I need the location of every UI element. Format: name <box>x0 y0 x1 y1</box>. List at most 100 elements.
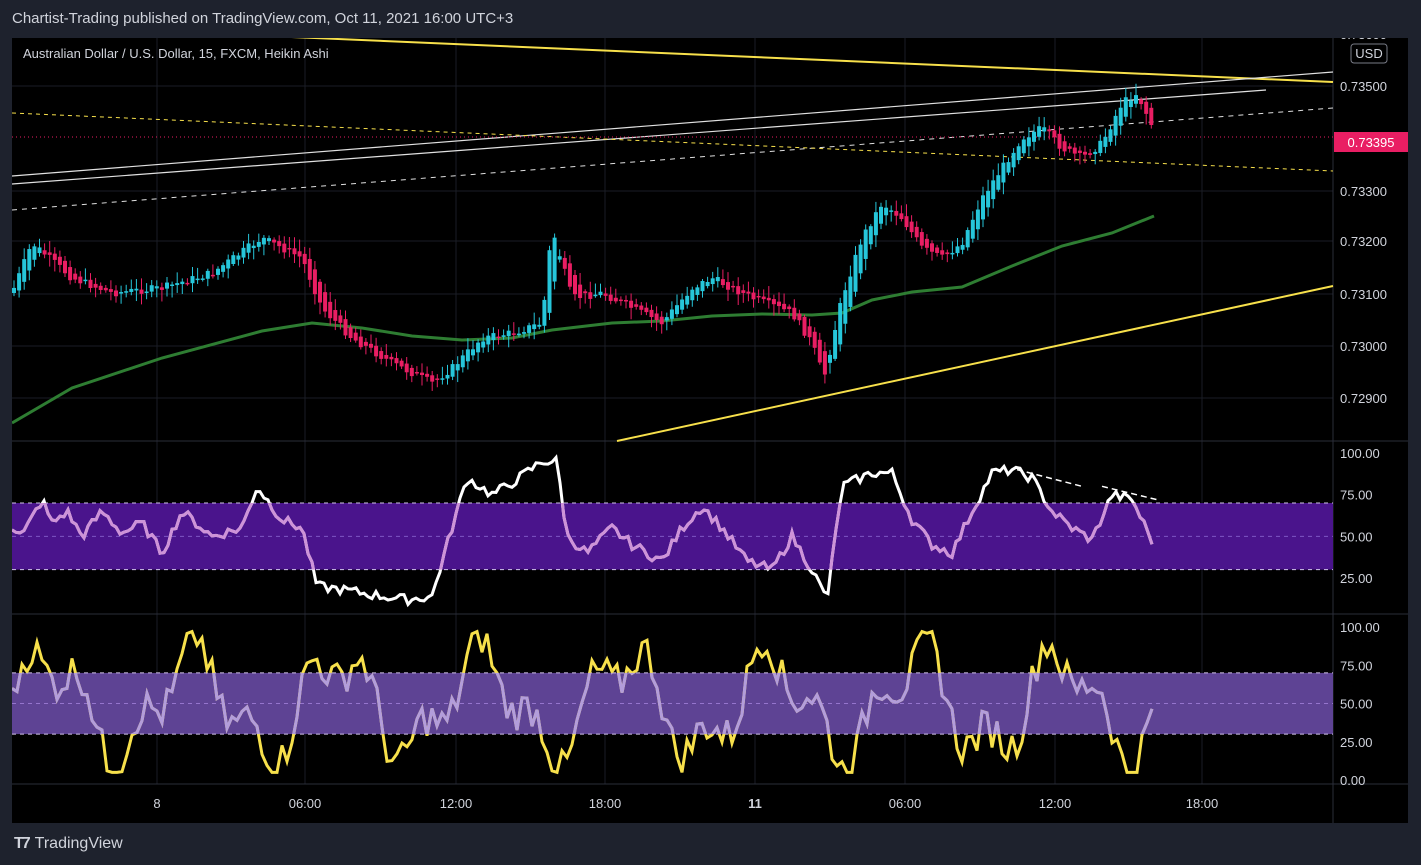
price-tick-label: 0.73600 <box>1340 38 1387 42</box>
candle-body <box>817 339 822 363</box>
candle-body <box>486 335 491 345</box>
candle-body <box>1052 130 1057 138</box>
tradingview-logo[interactable]: T7 TradingView <box>14 835 123 853</box>
candle-body <box>532 324 537 330</box>
candle-body <box>440 378 445 380</box>
candle-body <box>1149 107 1154 126</box>
candle-body <box>675 305 679 315</box>
candle-body <box>338 315 343 323</box>
candle-body <box>960 244 965 250</box>
brand-text: TradingView <box>34 835 123 852</box>
candle-body <box>241 247 246 258</box>
publish-header: Chartist-Trading published on TradingVie… <box>0 0 1421 38</box>
candle-body <box>12 287 16 293</box>
candle-body <box>598 291 603 296</box>
candle-body <box>78 276 83 284</box>
candle-body <box>185 282 190 285</box>
candle-body <box>251 245 256 249</box>
candle-body <box>42 250 47 255</box>
chart-svg[interactable]: 0.73600 0.73500 0.73300 0.73200 0.73100 0.730… <box>11 27 1408 823</box>
candle-body <box>1144 101 1149 114</box>
candle-body <box>1032 131 1036 142</box>
osc1-tick-label: 75.00 <box>1340 488 1373 503</box>
candle-body <box>1103 136 1108 147</box>
candle-body <box>165 282 169 289</box>
candle-body <box>986 190 991 208</box>
candle-body <box>1042 127 1047 132</box>
candle-body <box>965 230 970 248</box>
candle-body <box>455 364 460 371</box>
candle-body <box>481 341 486 348</box>
moving-average <box>11 214 1155 425</box>
candle-body <box>746 291 751 294</box>
time-tick-label: 06:00 <box>289 796 322 811</box>
candle-body <box>205 270 210 279</box>
candle-body <box>384 354 389 359</box>
candle-body <box>1108 129 1113 142</box>
candle-body <box>511 333 516 335</box>
candle-body <box>37 247 42 254</box>
osc1-tick-label: 50.00 <box>1340 529 1373 544</box>
last-price-label: 0.73395 <box>1348 135 1395 150</box>
candle-body <box>27 249 32 271</box>
grid <box>12 38 1333 784</box>
candle-body <box>216 268 220 275</box>
candle-body <box>981 195 985 220</box>
chart-frame[interactable]: 0.73600 0.73500 0.73300 0.73200 0.73100 0.730… <box>11 27 1408 823</box>
chart-title: Australian Dollar / U.S. Dollar, 15, FXC… <box>23 46 329 61</box>
candle-body <box>52 253 57 260</box>
candle-body <box>496 336 501 339</box>
candle-body <box>624 299 628 302</box>
candle-body <box>669 309 674 319</box>
candle-body <box>573 275 577 295</box>
candle-body <box>328 301 333 319</box>
time-tick-label: 12:00 <box>440 796 473 811</box>
candle-body <box>374 345 379 357</box>
candle-body <box>603 293 608 296</box>
candle-body <box>542 299 547 326</box>
candle-body <box>782 303 787 310</box>
candle-body <box>1001 162 1006 183</box>
candle-body <box>1047 129 1052 132</box>
candle-body <box>909 221 914 233</box>
candle-body <box>833 329 838 359</box>
candle-body <box>261 237 266 245</box>
candle-body <box>802 316 807 336</box>
candle-body <box>736 286 741 295</box>
candle-body <box>919 232 924 246</box>
candle-body <box>700 281 705 292</box>
candle-body <box>1006 162 1011 173</box>
candle-body <box>307 258 312 280</box>
candle-body <box>680 299 685 310</box>
time-tick-label: 11 <box>748 796 762 811</box>
price-tick-label: 0.73500 <box>1340 79 1387 94</box>
candle-body <box>292 248 297 255</box>
candle-body <box>1016 146 1021 161</box>
price-tick-label: 0.72900 <box>1340 391 1387 406</box>
white-channel-top <box>11 71 1334 177</box>
candle-body <box>873 212 878 236</box>
candle-body <box>797 313 802 321</box>
candle-body <box>777 301 781 307</box>
candle-body <box>766 297 771 301</box>
candle-body <box>771 299 776 305</box>
price-tick-label: 0.73000 <box>1340 339 1387 354</box>
candle-body <box>312 269 317 295</box>
candle-body <box>945 252 950 255</box>
candle-body <box>537 324 542 327</box>
time-tick-label: 8 <box>153 796 160 811</box>
candle-body <box>884 207 889 216</box>
candle-body <box>838 303 843 345</box>
candle-body <box>608 294 613 301</box>
candle-body <box>1128 100 1133 107</box>
candle-body <box>1083 151 1087 155</box>
time-tick-label: 06:00 <box>889 796 922 811</box>
candle-body <box>828 354 832 363</box>
candle-body <box>119 292 124 294</box>
candle-body <box>435 378 440 380</box>
candle-body <box>557 256 562 260</box>
candle-body <box>812 331 817 348</box>
candle-body <box>471 349 475 356</box>
candle-body <box>404 363 409 373</box>
candle-body <box>144 291 149 294</box>
